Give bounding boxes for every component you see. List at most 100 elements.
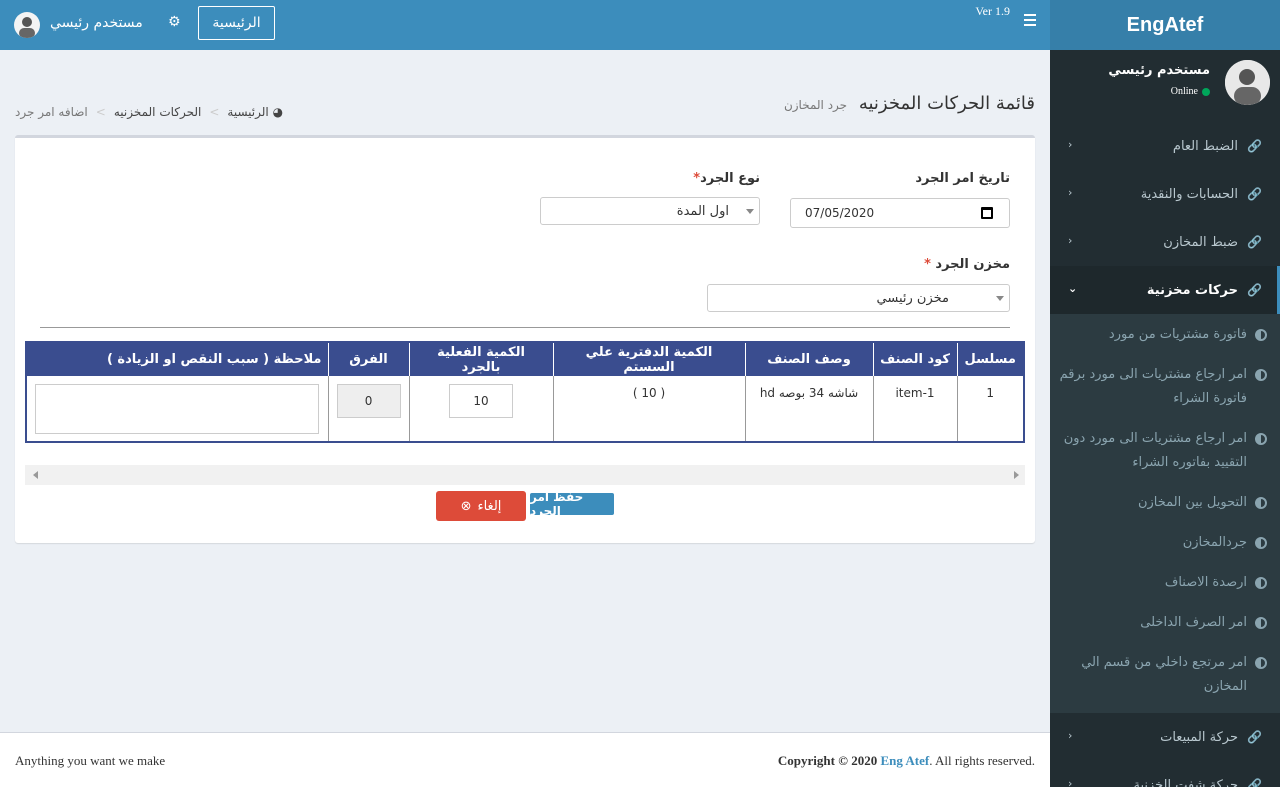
cell-note [25, 376, 328, 442]
actual-qty-input[interactable]: 10 [449, 384, 513, 418]
user-status: Online [1171, 86, 1210, 97]
date-value: 07/05/2020 [805, 206, 875, 220]
store-value: مخزن رئيسي [876, 290, 949, 306]
submenu-item[interactable]: امر الصرف الداخلى [1050, 603, 1280, 643]
user-panel: مستخدم رئيسي Online [1050, 50, 1280, 122]
breadcrumb-home[interactable]: ◕ الرئيسية [227, 105, 283, 119]
date-input[interactable]: 07/05/2020 [790, 198, 1010, 228]
store-select[interactable]: مخزن رئيسي [707, 284, 1010, 312]
link-icon: 🔗 [1247, 235, 1262, 249]
submenu-item[interactable]: جردالمخازن [1050, 523, 1280, 563]
submenu-store-movements: فاتورة مشتريات من مورد امر ارجاع مشتريات… [1050, 314, 1280, 713]
circle-half-icon [1255, 537, 1267, 549]
sidebar-item-sales[interactable]: 🔗 حركة المبيعات ‹ [1050, 713, 1280, 761]
sidebar-item-label: ضبط المخازن [1163, 234, 1238, 250]
cell-book-qty: ( 10 ) [552, 376, 745, 442]
col-code: كود الصنف [872, 342, 957, 376]
breadcrumb-separator: > [209, 105, 220, 119]
version-label: Ver 1.9 [975, 4, 1010, 18]
submenu-label: امر ارجاع مشتريات الى مورد دون التقييد ب… [1063, 431, 1247, 470]
top-user-name[interactable]: مستخدم رئيسي [50, 15, 143, 31]
submenu-item[interactable]: امر ارجاع مشتريات الى مورد برقم فاتورة ا… [1050, 355, 1280, 419]
dashboard-icon: ◕ [272, 105, 284, 119]
save-button[interactable]: حفظ امر الجرد [530, 490, 614, 518]
scroll-left-icon[interactable] [33, 471, 38, 479]
footer: Anything you want we make Copyright © 20… [0, 732, 1050, 787]
sidebar-item-store-settings[interactable]: 🔗 ضبط المخازن ‹ [1050, 218, 1280, 266]
circle-half-icon [1255, 617, 1267, 629]
top-avatar[interactable] [14, 12, 40, 38]
top-navbar: Ver 1.9 الرئيسية ⚙ مستخدم رئيسي [0, 0, 1050, 50]
cell-desc: شاشه 34 بوصه hd [744, 376, 873, 442]
sidebar-item-general-settings[interactable]: 🔗 الضبط العام ‹ [1050, 122, 1280, 170]
chevron-left-icon: ‹ [1068, 186, 1073, 199]
col-note: ملاحظة ( سبب النقص او الزيادة ) [25, 342, 328, 376]
table-row: 1 item-1 شاشه 34 بوصه hd ( 10 ) 10 0 [25, 376, 1024, 442]
footer-tagline: Anything you want we make [15, 753, 166, 768]
copyright-suffix: . All rights reserved. [929, 753, 1035, 768]
circle-half-icon [1255, 497, 1267, 509]
online-dot-icon [1202, 87, 1210, 96]
sidebar-item-label: حركة المبيعات [1160, 729, 1238, 745]
brand-logo[interactable]: EngAtef [1050, 0, 1280, 50]
page-title: قائمة الحركات المخزنيه جرد المخازن [784, 93, 1035, 114]
cell-serial: 1 [956, 376, 1024, 442]
submenu-label: امر الصرف الداخلى [1140, 615, 1247, 630]
submenu-item[interactable]: ارصدة الاصناف [1050, 563, 1280, 603]
dropdown-caret-icon [996, 296, 1004, 301]
cancel-circle-icon: ⊗ [460, 498, 472, 514]
circle-half-icon [1255, 433, 1267, 445]
sidebar-item-label: الضبط العام [1172, 138, 1238, 154]
chevron-left-icon: ‹ [1068, 138, 1073, 151]
type-value: اول المدة [676, 203, 729, 219]
required-mark: * [924, 257, 931, 272]
settings-icon[interactable]: ⚙ [168, 14, 181, 30]
submenu-item[interactable]: فاتورة مشتريات من مورد [1050, 315, 1280, 355]
sidebar-item-accounts[interactable]: 🔗 الحسابات والنقدية ‹ [1050, 170, 1280, 218]
sidebar-item-treasury-shift[interactable]: 🔗 حركة شفت الخزنية ‹ [1050, 761, 1280, 787]
col-actual-qty: الكمية الفعلية بالجرد [408, 342, 553, 376]
col-serial: مسلسل [956, 342, 1024, 376]
submenu-label: التحويل بين المخازن [1137, 495, 1247, 510]
cancel-button[interactable]: ⊗ إلغاء [436, 491, 526, 521]
circle-half-icon [1255, 577, 1267, 589]
copyright-text: Copyright © 2020 [777, 753, 878, 768]
store-label: مخزن الجرد * [924, 257, 1010, 272]
divider [40, 327, 1010, 328]
circle-half-icon [1255, 369, 1267, 381]
cell-code: item-1 [872, 376, 957, 442]
submenu-label: جردالمخازن [1182, 535, 1247, 550]
horizontal-scrollbar[interactable] [25, 465, 1025, 485]
dropdown-caret-icon [746, 209, 754, 214]
status-label: Online [1170, 86, 1198, 97]
chevron-down-icon: ⌄ [1068, 282, 1078, 295]
breadcrumb-separator: > [95, 105, 106, 119]
calendar-icon[interactable] [981, 207, 993, 219]
form-box: تاريخ امر الجرد 07/05/2020 نوع الجرد* او… [15, 135, 1035, 543]
table-header-row: مسلسل كود الصنف وصف الصنف الكمية الدفتري… [25, 342, 1024, 376]
breadcrumb-movements[interactable]: الحركات المخزنيه [114, 105, 202, 119]
circle-half-icon [1255, 657, 1267, 669]
sidebar-item-store-movements[interactable]: 🔗 حركات مخزنية ⌄ [1050, 266, 1280, 314]
sidebar-item-label: حركة شفت الخزنية [1133, 777, 1238, 787]
col-book-qty: الكمية الدفترية علي السستم [552, 342, 745, 376]
submenu-item[interactable]: امر مرتجع داخلي من قسم الي المخازن [1050, 643, 1280, 707]
cell-actual-qty: 10 [408, 376, 553, 442]
scroll-right-icon[interactable] [1014, 471, 1019, 479]
store-label-text: مخزن الجرد [935, 257, 1010, 272]
col-desc: وصف الصنف [744, 342, 873, 376]
chevron-left-icon: ‹ [1068, 234, 1073, 247]
type-select[interactable]: اول المدة [540, 197, 760, 225]
submenu-item[interactable]: امر ارجاع مشتريات الى مورد دون التقييد ب… [1050, 419, 1280, 483]
link-icon: 🔗 [1247, 283, 1262, 297]
cancel-label: إلغاء [477, 498, 502, 514]
footer-brand-link[interactable]: Eng Atef [880, 753, 929, 768]
note-textarea[interactable] [35, 384, 320, 434]
menu-toggle-icon[interactable] [1024, 14, 1036, 29]
items-table: مسلسل كود الصنف وصف الصنف الكمية الدفتري… [25, 341, 1025, 443]
sidebar: EngAtef مستخدم رئيسي Online 🔗 الضبط العا… [1050, 0, 1280, 787]
submenu-item[interactable]: التحويل بين المخازن [1050, 483, 1280, 523]
diff-input: 0 [336, 384, 401, 418]
submenu-label: ارصدة الاصناف [1164, 575, 1247, 590]
home-button[interactable]: الرئيسية [198, 6, 275, 40]
